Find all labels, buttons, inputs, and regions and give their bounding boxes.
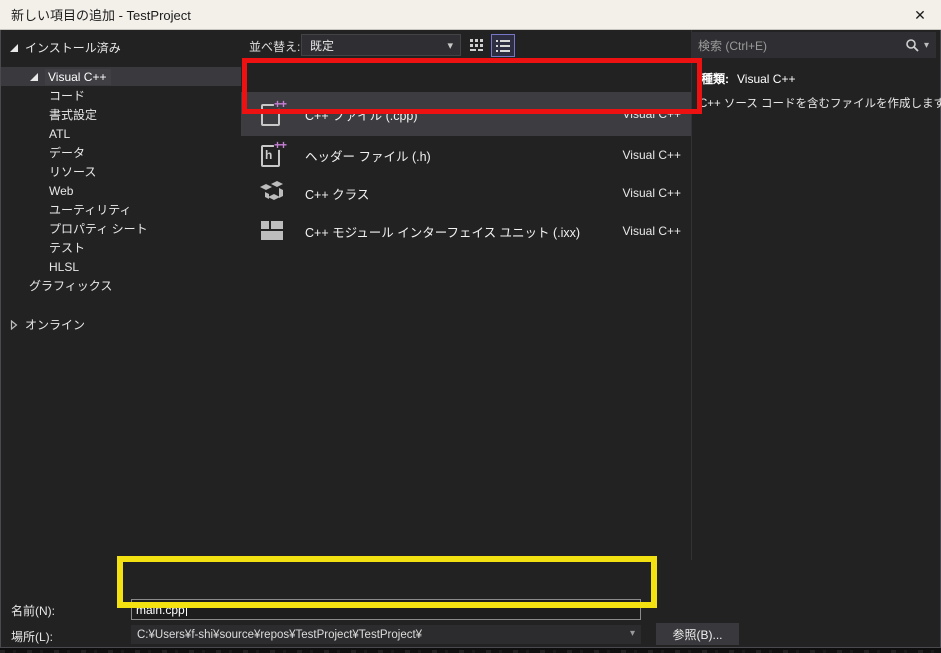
list-item-cpp-file[interactable]: ++ C++ ファイル (.cpp) Visual C++ [241, 92, 691, 136]
list-item-header-file[interactable]: h++ ヘッダー ファイル (.h) Visual C++ [241, 136, 691, 174]
name-label: 名前(N): [11, 602, 55, 619]
type-label: 種類: [701, 72, 729, 86]
search-options-caret-icon[interactable]: ▾ [924, 40, 929, 51]
sidebar-item-resource[interactable]: リソース [1, 162, 241, 181]
background-window-strip [0, 648, 941, 653]
sidebar-item-visual-cpp[interactable]: Visual C++ [1, 67, 241, 86]
location-combobox[interactable]: C:¥Users¥f-shi¥source¥repos¥TestProject¥… [131, 625, 641, 644]
name-input-value: main.cpp [136, 603, 185, 617]
template-category-tree: インストール済み Visual C++ コード 書式設定 ATL データ リソー… [1, 30, 241, 560]
browse-button[interactable]: 参照(B)... [656, 623, 739, 645]
cpp-module-icon [255, 220, 289, 242]
text-caret [186, 603, 187, 616]
sidebar-item-test[interactable]: テスト [1, 238, 241, 257]
sidebar-item-web[interactable]: Web [1, 181, 241, 200]
location-value: C:¥Users¥f-shi¥source¥repos¥TestProject¥… [137, 629, 422, 641]
sort-dropdown-value: 既定 [310, 37, 334, 54]
dialog-titlebar: 新しい項目の追加 - TestProject ✕ [0, 0, 941, 30]
sidebar-item-graphics[interactable]: グラフィックス [1, 276, 241, 295]
name-input[interactable]: main.cpp [131, 599, 641, 620]
chevron-down-icon: ▾ [630, 628, 635, 639]
sort-dropdown[interactable]: 既定 ▾ [301, 34, 461, 56]
type-value: Visual C++ [737, 72, 795, 86]
add-new-item-dialog: 新しい項目の追加 - TestProject ✕ インストール済み Visual… [0, 0, 941, 653]
template-detail-panel: 種類: Visual C++ C++ ソース コードを含むファイルを作成します [691, 62, 941, 111]
sort-toolbar: 並べ替え: 既定 ▾ [241, 30, 691, 60]
close-icon[interactable]: ✕ [899, 0, 941, 30]
sidebar-item-installed[interactable]: インストール済み [1, 38, 241, 57]
list-view-icon [495, 39, 511, 53]
medium-icons-icon [469, 38, 485, 53]
cpp-class-icon [255, 180, 289, 206]
sidebar-item-hlsl[interactable]: HLSL [1, 257, 241, 276]
sidebar-item-utility[interactable]: ユーティリティ [1, 200, 241, 219]
location-label: 場所(L): [11, 628, 53, 645]
sidebar-item-property-sheet[interactable]: プロパティ シート [1, 219, 241, 238]
sidebar-item-online[interactable]: オンライン [1, 315, 241, 334]
list-item-cpp-module[interactable]: C++ モジュール インターフェイス ユニット (.ixx) Visual C+… [241, 212, 691, 250]
sidebar-item-code[interactable]: コード [1, 86, 241, 105]
search-input[interactable]: 検索 (Ctrl+E) ▾ [691, 32, 936, 58]
list-item-cpp-class[interactable]: C++ クラス Visual C++ [241, 174, 691, 212]
medium-icons-view-button[interactable] [465, 34, 489, 57]
sidebar-item-formatting[interactable]: 書式設定 [1, 105, 241, 124]
sidebar-item-data[interactable]: データ [1, 143, 241, 162]
list-view-button[interactable] [491, 34, 515, 57]
dialog-title: 新しい項目の追加 - TestProject [0, 5, 191, 24]
sidebar-item-atl[interactable]: ATL [1, 124, 241, 143]
expander-open-icon[interactable] [9, 43, 19, 53]
cpp-file-icon: ++ [255, 101, 289, 127]
sort-label: 並べ替え: [249, 38, 300, 55]
template-list: ++ C++ ファイル (.cpp) Visual C++ h++ ヘッダー フ… [241, 62, 691, 560]
dialog-body: インストール済み Visual C++ コード 書式設定 ATL データ リソー… [0, 30, 941, 648]
header-file-icon: h++ [255, 142, 289, 168]
chevron-down-icon: ▾ [447, 39, 453, 52]
expander-open-icon[interactable] [29, 72, 39, 82]
search-placeholder: 検索 (Ctrl+E) [691, 37, 905, 54]
search-icon[interactable] [905, 38, 920, 53]
expander-closed-icon[interactable] [9, 320, 19, 330]
template-description: C++ ソース コードを含むファイルを作成します [691, 87, 941, 111]
